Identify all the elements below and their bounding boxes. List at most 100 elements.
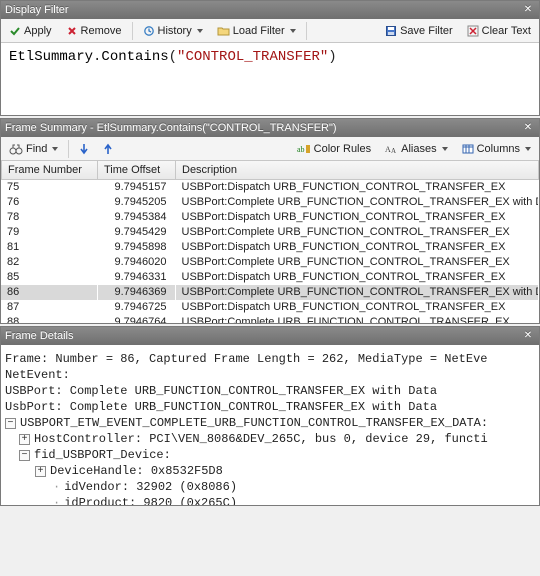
id-product-text: idProduct: 9820 (0x265C) xyxy=(64,496,237,505)
token-string: "CONTROL_TRANSFER" xyxy=(177,49,328,65)
color-rules-label: Color Rules xyxy=(314,143,371,155)
netevent-text: NetEvent: xyxy=(5,368,70,382)
load-filter-dropdown[interactable]: Load Filter xyxy=(211,23,302,39)
frame-summary-toolbar: Find ab Color Rules AA Aliases xyxy=(1,137,539,161)
table-row[interactable]: 869.7946369USBPort:Complete URB_FUNCTION… xyxy=(1,285,539,300)
table-scroll[interactable]: 759.7945157USBPort:Dispatch URB_FUNCTION… xyxy=(1,180,539,324)
clear-text-button[interactable]: Clear Text xyxy=(461,23,537,39)
cell-time-offset: 9.7946725 xyxy=(97,300,175,315)
table-row[interactable]: 829.7946020USBPort:Complete URB_FUNCTION… xyxy=(1,255,539,270)
frame-details-header: Frame Details ✕ xyxy=(1,327,539,345)
columns-icon xyxy=(462,143,474,155)
history-dropdown[interactable]: History xyxy=(137,23,209,39)
frame-details-body[interactable]: Frame: Number = 86, Captured Frame Lengt… xyxy=(1,345,539,505)
tree-toggle-plus-icon[interactable]: + xyxy=(35,466,46,477)
color-rules-button[interactable]: ab Color Rules xyxy=(291,141,377,157)
chevron-down-icon xyxy=(197,29,203,33)
cell-time-offset: 9.7946764 xyxy=(97,315,175,324)
frame-details-title: Frame Details xyxy=(5,330,521,342)
detail-usbport-2[interactable]: UsbPort: Complete URB_FUNCTION_CONTROL_T… xyxy=(5,399,535,415)
cell-description: USBPort:Dispatch URB_FUNCTION_CONTROL_TR… xyxy=(175,180,539,195)
aliases-label: Aliases xyxy=(401,143,436,155)
table-row[interactable]: 769.7945205USBPort:Complete URB_FUNCTION… xyxy=(1,195,539,210)
cell-description: USBPort:Dispatch URB_FUNCTION_CONTROL_TR… xyxy=(175,300,539,315)
cell-description: USBPort:Dispatch URB_FUNCTION_CONTROL_TR… xyxy=(175,270,539,285)
cell-time-offset: 9.7945898 xyxy=(97,240,175,255)
close-icon[interactable]: ✕ xyxy=(521,329,535,343)
display-filter-toolbar: Apply Remove History Load Filter xyxy=(1,19,539,43)
etw-text: USBPORT_ETW_EVENT_COMPLETE_URB_FUNCTION_… xyxy=(20,416,488,430)
erase-icon xyxy=(467,25,479,37)
cell-description: USBPort:Complete URB_FUNCTION_CONTROL_TR… xyxy=(175,225,539,240)
usbport2-text: UsbPort: Complete URB_FUNCTION_CONTROL_T… xyxy=(5,400,437,414)
usbport1-text: USBPort: Complete URB_FUNCTION_CONTROL_T… xyxy=(5,384,437,398)
cell-frame-number: 76 xyxy=(1,195,97,210)
cell-frame-number: 82 xyxy=(1,255,97,270)
detail-device-handle[interactable]: + DeviceHandle: 0x8532F5D8 xyxy=(5,463,535,479)
cell-frame-number: 79 xyxy=(1,225,97,240)
detail-id-vendor[interactable]: · idVendor: 32902 (0x8086) xyxy=(5,479,535,495)
aliases-dropdown[interactable]: AA Aliases xyxy=(379,141,453,157)
chevron-down-icon xyxy=(290,29,296,33)
cell-description: USBPort:Complete URB_FUNCTION_CONTROL_TR… xyxy=(175,285,539,300)
tree-guide-icon: · xyxy=(53,496,60,505)
close-icon[interactable]: ✕ xyxy=(521,121,535,135)
detail-frame-line[interactable]: Frame: Number = 86, Captured Frame Lengt… xyxy=(5,351,535,367)
table-row[interactable]: 799.7945429USBPort:Complete URB_FUNCTION… xyxy=(1,225,539,240)
cell-time-offset: 9.7945205 xyxy=(97,195,175,210)
table-row[interactable]: 859.7946331USBPort:Dispatch URB_FUNCTION… xyxy=(1,270,539,285)
frame-summary-panel: Frame Summary - EtlSummary.Contains("CON… xyxy=(0,118,540,324)
cell-time-offset: 9.7946369 xyxy=(97,285,175,300)
cell-description: USBPort:Dispatch URB_FUNCTION_CONTROL_TR… xyxy=(175,210,539,225)
col-time-offset[interactable]: Time Offset xyxy=(98,161,176,179)
nav-up-button[interactable] xyxy=(97,141,119,157)
remove-button[interactable]: Remove xyxy=(60,23,128,39)
detail-id-product[interactable]: · idProduct: 9820 (0x265C) xyxy=(5,495,535,505)
frame-summary-rows: 759.7945157USBPort:Dispatch URB_FUNCTION… xyxy=(1,180,539,324)
detail-netevent[interactable]: NetEvent: xyxy=(5,367,535,383)
history-icon xyxy=(143,25,155,37)
tree-toggle-minus-icon[interactable]: − xyxy=(5,418,16,429)
cell-time-offset: 9.7945157 xyxy=(97,180,175,195)
frame-details-panel: Frame Details ✕ Frame: Number = 86, Capt… xyxy=(0,326,540,506)
cell-frame-number: 88 xyxy=(1,315,97,324)
cell-frame-number: 87 xyxy=(1,300,97,315)
table-row[interactable]: 759.7945157USBPort:Dispatch URB_FUNCTION… xyxy=(1,180,539,195)
detail-hostcontroller[interactable]: + HostController: PCI\VEN_8086&DEV_265C,… xyxy=(5,431,535,447)
find-dropdown[interactable]: Find xyxy=(3,141,64,157)
cell-frame-number: 81 xyxy=(1,240,97,255)
save-filter-button[interactable]: Save Filter xyxy=(379,23,459,39)
detail-usbport-1[interactable]: USBPort: Complete URB_FUNCTION_CONTROL_T… xyxy=(5,383,535,399)
nav-down-button[interactable] xyxy=(73,141,95,157)
col-description[interactable]: Description xyxy=(176,161,539,179)
load-filter-label: Load Filter xyxy=(233,25,285,37)
token-method: Contains xyxy=(101,49,168,65)
remove-label: Remove xyxy=(81,25,122,37)
tree-toggle-minus-icon[interactable]: − xyxy=(19,450,30,461)
separator xyxy=(132,22,133,40)
tree-guide-icon: · xyxy=(53,480,60,494)
cell-frame-number: 85 xyxy=(1,270,97,285)
check-icon xyxy=(9,25,21,37)
display-filter-title: Display Filter xyxy=(5,4,521,16)
close-icon[interactable]: ✕ xyxy=(521,3,535,17)
col-frame-number[interactable]: Frame Number xyxy=(2,161,98,179)
cell-description: USBPort:Complete URB_FUNCTION_CONTROL_TR… xyxy=(175,315,539,324)
tree-toggle-plus-icon[interactable]: + xyxy=(19,434,30,445)
cell-time-offset: 9.7945429 xyxy=(97,225,175,240)
detail-etw-node[interactable]: − USBPORT_ETW_EVENT_COMPLETE_URB_FUNCTIO… xyxy=(5,415,535,431)
columns-dropdown[interactable]: Columns xyxy=(456,141,537,157)
cell-frame-number: 75 xyxy=(1,180,97,195)
table-row[interactable]: 819.7945898USBPort:Dispatch URB_FUNCTION… xyxy=(1,240,539,255)
separator xyxy=(306,22,307,40)
color-rules-icon: ab xyxy=(297,143,311,155)
apply-button[interactable]: Apply xyxy=(3,23,58,39)
table-row[interactable]: 889.7946764USBPort:Complete URB_FUNCTION… xyxy=(1,315,539,324)
filter-expression-editor[interactable]: EtlSummary.Contains("CONTROL_TRANSFER") xyxy=(1,43,539,115)
table-row[interactable]: 789.7945384USBPort:Dispatch URB_FUNCTION… xyxy=(1,210,539,225)
table-row[interactable]: 879.7946725USBPort:Dispatch URB_FUNCTION… xyxy=(1,300,539,315)
arrow-down-icon xyxy=(79,143,89,155)
detail-fid-usbport-device[interactable]: − fid_USBPORT_Device: xyxy=(5,447,535,463)
table-header-row: Frame Number Time Offset Description xyxy=(2,161,539,179)
id-vendor-text: idVendor: 32902 (0x8086) xyxy=(64,480,237,494)
